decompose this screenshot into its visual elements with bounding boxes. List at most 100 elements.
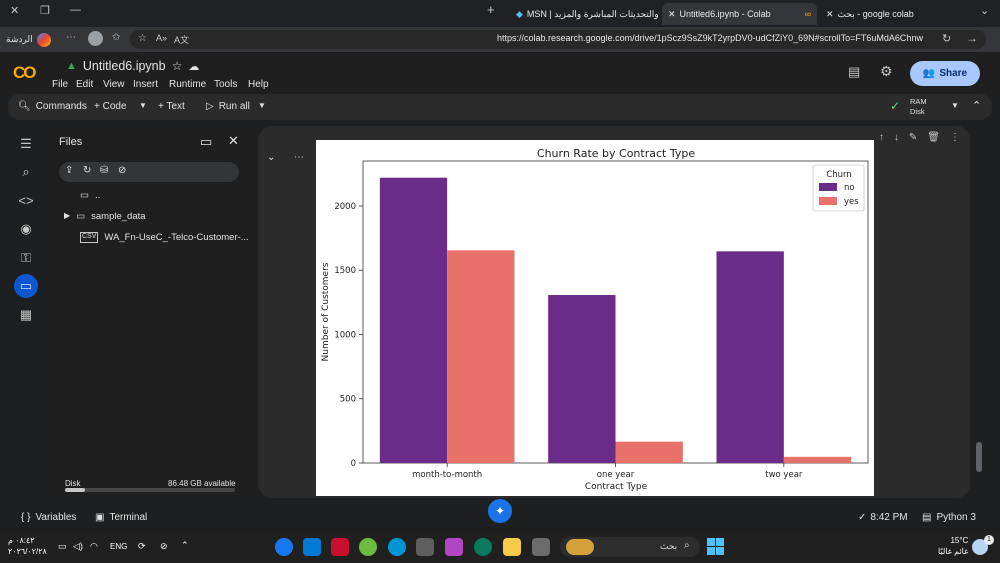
msn-icon: ◆ <box>516 8 523 19</box>
table-of-contents-icon[interactable]: ☰ <box>14 132 38 156</box>
sync-icon[interactable]: ⟳ <box>138 541 146 552</box>
commands-button[interactable]: 🔍︎ Commands <box>18 101 87 112</box>
colab-logo[interactable]: CO <box>13 63 36 83</box>
menu-tools[interactable]: Tools <box>214 79 237 90</box>
menu-help[interactable]: Help <box>248 79 269 90</box>
edge-icon[interactable] <box>474 538 492 556</box>
hide-files-icon[interactable]: ⊘ <box>118 165 126 176</box>
run-all-dropdown-icon[interactable]: ▼ <box>258 101 266 110</box>
table-icon[interactable]: ▦ <box>14 303 38 327</box>
task-view-icon[interactable] <box>532 538 550 556</box>
menu-edit[interactable]: Edit <box>76 79 93 90</box>
wifi-icon[interactable]: ◠ <box>90 541 98 552</box>
secrets-eye-icon[interactable]: ◉ <box>14 217 38 241</box>
y-tick-label: 0 <box>351 459 356 469</box>
execution-status[interactable]: ✓ 8:42 PM <box>858 512 908 523</box>
clock[interactable]: ٠٨:٤٢ م ٢٠٢٦/٠٢/٢٨ <box>8 535 47 557</box>
translate-icon[interactable]: A文 <box>174 33 189 46</box>
key-icon[interactable]: ⚿ <box>14 246 38 270</box>
profile-chip[interactable]: الردشة <box>6 31 51 48</box>
volume-icon[interactable]: ◁) <box>73 541 83 552</box>
resources-indicator[interactable]: RAM Disk <box>910 97 927 117</box>
star-icon[interactable]: ☆ <box>172 59 183 73</box>
code-dropdown-icon[interactable]: ▼ <box>139 101 147 110</box>
close-window-icon[interactable]: ✕ <box>10 4 19 17</box>
upload-icon[interactable]: ⇪ <box>65 165 73 176</box>
add-code-button[interactable]: + Code <box>94 101 127 112</box>
cloud-icon[interactable]: ☁ <box>188 60 199 73</box>
y-tick-label: 1500 <box>334 266 356 276</box>
facebook-icon[interactable] <box>275 538 293 556</box>
store-icon[interactable] <box>416 538 434 556</box>
delete-icon[interactable]: 🗑︎ <box>927 132 940 150</box>
collapse-output-icon[interactable]: ⌄ <box>267 152 275 163</box>
move-down-icon[interactable]: ↓ <box>894 132 899 150</box>
taskbar-search[interactable]: بحث ⌕ <box>560 537 700 557</box>
menu-runtime[interactable]: Runtime <box>169 79 206 90</box>
scrollbar-thumb[interactable] <box>976 442 982 472</box>
share-button[interactable]: 👥 Share <box>910 61 980 86</box>
hp-icon[interactable] <box>388 538 406 556</box>
account-avatar-icon[interactable] <box>88 31 103 46</box>
more-vert-icon[interactable]: ⋮ <box>950 132 960 150</box>
folder-icon[interactable]: ▭ <box>14 274 38 298</box>
new-tab-icon[interactable]: + <box>487 2 495 17</box>
favorites-icon[interactable]: ✩ <box>112 32 120 43</box>
refresh-icon[interactable]: ↻ <box>942 32 951 45</box>
tab-google-search[interactable]: ✕ بحث - google colab <box>820 3 960 25</box>
gemini-icon[interactable]: ✦ <box>488 499 512 523</box>
kernel-status[interactable]: ▤ Python 3 <box>922 512 976 523</box>
mail-icon[interactable] <box>303 538 321 556</box>
tab-msn[interactable]: ◆ MSN | والتحديثات المباشرة والمزيد <box>510 3 660 25</box>
weather-widget[interactable]: 15°C غائم غالبًا <box>938 535 968 557</box>
battery-icon[interactable]: ▭ <box>58 541 67 552</box>
terminal-button[interactable]: ▣ Terminal <box>95 512 147 523</box>
start-windows-icon[interactable] <box>707 538 724 555</box>
tab-colab[interactable]: ✕ Untitled6.ipynb - Colab ∞ <box>662 3 817 25</box>
file-item-telco-csv[interactable]: CSV WA_Fn-UseC_-Telco-Customer-... <box>80 232 249 243</box>
more-icon[interactable]: ⋯ <box>66 32 76 43</box>
forward-icon[interactable]: → <box>966 31 978 45</box>
collapse-header-icon[interactable]: ⌃ <box>972 99 981 112</box>
close-tab-icon[interactable]: ✕ <box>668 9 676 20</box>
help-icon[interactable] <box>359 538 377 556</box>
restore-window-icon[interactable]: ❐ <box>40 4 50 17</box>
file-item-label: .. <box>94 190 101 201</box>
bar-yes-two year <box>783 456 852 463</box>
tab-actions-icon[interactable]: ⌄ <box>980 4 989 17</box>
code-snippets-icon[interactable]: <> <box>14 188 38 212</box>
tray-chevron-icon[interactable]: ⌃ <box>181 540 189 551</box>
language-indicator[interactable]: ENG <box>110 542 127 551</box>
run-all-button[interactable]: ▷ Run all <box>206 101 250 112</box>
run-all-label: Run all <box>218 101 250 112</box>
add-favorite-icon[interactable]: ☆ <box>138 33 147 44</box>
output-actions-icon[interactable]: ⋯ <box>294 152 304 163</box>
close-tab-icon[interactable]: ✕ <box>826 9 834 20</box>
refresh-icon[interactable]: ↻ <box>83 165 91 176</box>
copilot-icon[interactable] <box>445 538 463 556</box>
find-replace-icon[interactable]: ⌕ <box>14 160 38 184</box>
read-aloud-icon[interactable]: A» <box>156 33 167 43</box>
menu-file[interactable]: File <box>52 79 68 90</box>
file-item-parent[interactable]: ▭ .. <box>80 190 100 201</box>
file-item-sample-data[interactable]: ▶ ▭ sample_data <box>64 211 146 222</box>
comments-icon[interactable]: ▤ <box>848 64 860 80</box>
edit-icon[interactable]: ✎ <box>909 132 917 150</box>
move-up-icon[interactable]: ↑ <box>879 132 884 150</box>
terminal-icon: ▣ <box>95 512 105 523</box>
menu-view[interactable]: View <box>103 79 125 90</box>
open-in-tab-icon[interactable]: ▭ <box>200 134 212 150</box>
menu-insert[interactable]: Insert <box>133 79 158 90</box>
minimize-window-icon[interactable]: — <box>70 4 81 16</box>
mute-icon[interactable]: ⊘ <box>160 541 168 552</box>
close-panel-icon[interactable]: ✕ <box>228 133 239 149</box>
add-text-button[interactable]: + Text <box>158 101 185 112</box>
notification-badge[interactable]: 1 <box>984 535 994 545</box>
settings-gear-icon[interactable]: ⚙ <box>880 63 893 80</box>
mcafee-icon[interactable] <box>331 538 349 556</box>
variables-button[interactable]: { } Variables <box>21 512 76 523</box>
runtime-dropdown-icon[interactable]: ▼ <box>951 101 959 110</box>
notebook-title[interactable]: Untitled6.ipynb <box>83 59 166 73</box>
file-explorer-icon[interactable] <box>503 538 521 556</box>
mount-drive-icon[interactable]: ⛁ <box>100 165 108 176</box>
